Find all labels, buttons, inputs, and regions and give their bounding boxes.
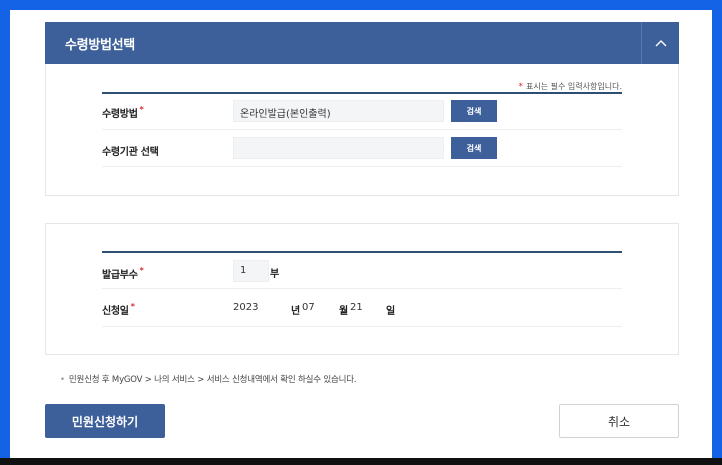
required-star: *	[139, 105, 144, 114]
row-divider	[102, 166, 622, 167]
date-year: 2023	[233, 302, 259, 313]
row-divider	[102, 129, 622, 130]
required-star: *	[518, 82, 524, 92]
copies-label-text: 발급부수	[102, 270, 138, 281]
required-star: *	[130, 302, 135, 311]
row-divider	[102, 326, 622, 327]
collapse-button[interactable]	[641, 22, 679, 64]
receipt-agency-search-button[interactable]: 검색	[451, 137, 497, 159]
application-date-label: 신청일 *	[102, 302, 135, 317]
panel-title: 수령방법선택	[65, 38, 135, 53]
receipt-method-panel: 수령방법선택 * 표시는 필수 입력사항입니다. 수령방법 * 온라인발급(본인출력…	[45, 22, 679, 196]
receipt-method-field[interactable]: 온라인발급(본인출력)	[233, 100, 444, 122]
date-year-unit: 년	[291, 306, 301, 317]
receipt-method-label: 수령방법 *	[102, 105, 144, 120]
copies-input[interactable]: 1	[233, 260, 269, 282]
receipt-agency-field[interactable]	[233, 137, 444, 159]
copies-unit: 부	[270, 269, 280, 280]
receipt-agency-label: 수령기관 선택	[102, 147, 159, 158]
required-note-text: 표시는 필수 입력사항입니다.	[526, 82, 622, 91]
notice-message: 민원신청 후 MyGOV > 나의 서비스 > 서비스 신청내역에서 확인 하실…	[68, 375, 357, 385]
notice-text: • 민원신청 후 MyGOV > 나의 서비스 > 서비스 신청내역에서 확인 하…	[60, 373, 357, 385]
required-note: * 표시는 필수 입력사항입니다.	[519, 81, 622, 92]
date-month: 07	[302, 302, 315, 313]
cancel-button[interactable]: 취소	[559, 404, 679, 438]
receipt-method-search-button[interactable]: 검색	[451, 100, 497, 122]
section-rule	[102, 251, 622, 253]
issue-details-panel: 발급부수 * 1 부 신청일 * 2023 년 07 월 21 일	[45, 223, 679, 355]
application-form: 수령방법선택 * 표시는 필수 입력사항입니다. 수령방법 * 온라인발급(본인출력…	[10, 10, 712, 458]
bullet-icon: •	[60, 375, 65, 385]
date-day-unit: 일	[386, 306, 396, 317]
receipt-method-label-text: 수령방법	[102, 109, 138, 120]
required-star: *	[139, 266, 144, 275]
copies-label: 발급부수 *	[102, 266, 144, 281]
panel-header: 수령방법선택	[45, 22, 679, 64]
chevron-up-icon	[655, 40, 666, 47]
date-month-unit: 월	[339, 306, 349, 317]
apply-button[interactable]: 민원신청하기	[45, 404, 165, 438]
bottom-bar	[0, 458, 722, 465]
application-date-label-text: 신청일	[102, 306, 129, 317]
section-rule	[102, 92, 622, 94]
date-day: 21	[350, 302, 363, 313]
row-divider	[102, 288, 622, 289]
